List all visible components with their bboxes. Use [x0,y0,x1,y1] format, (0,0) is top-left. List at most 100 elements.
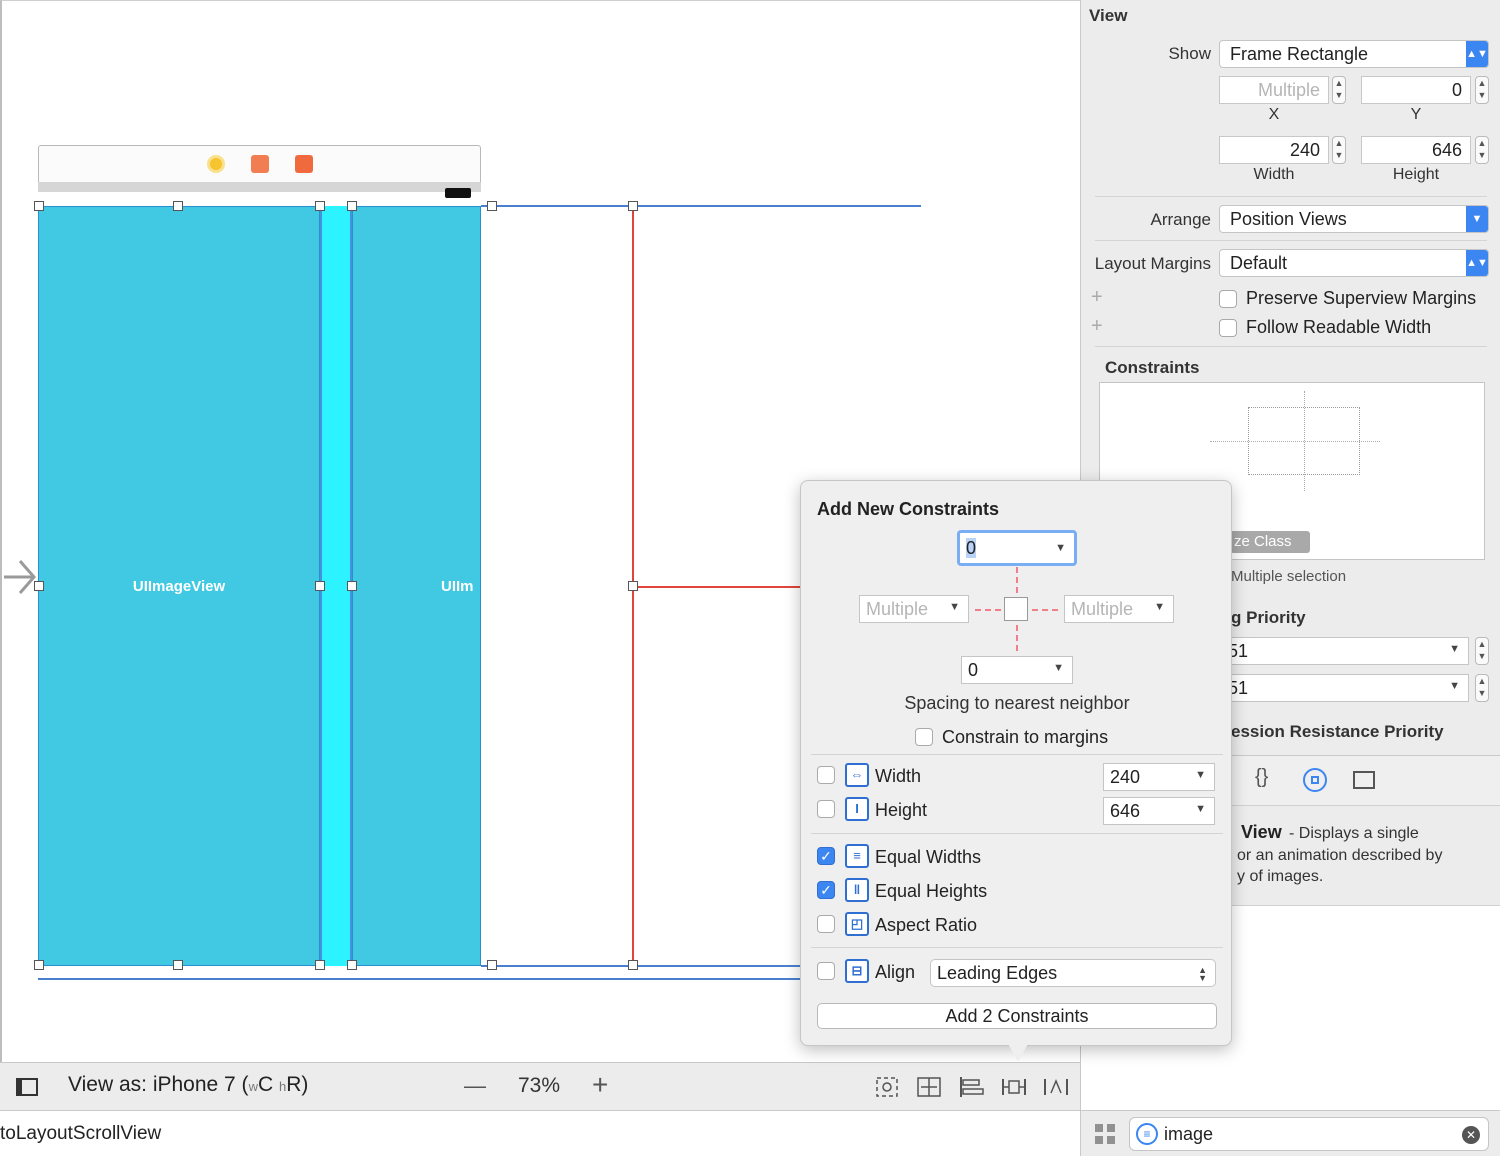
y-stepper[interactable]: ▲ ▼ [1475,76,1489,104]
width-field[interactable]: 240 [1219,136,1329,164]
resize-handle[interactable] [34,201,44,211]
resize-handle[interactable] [34,581,44,591]
popup-arrows-icon: ▲▼ [1198,965,1207,983]
align-checkbox[interactable] [817,962,835,980]
hugging-priority-title: g Priority [1231,608,1306,627]
align-popup[interactable]: Leading Edges ▲ ▼ [930,959,1216,987]
chevron-down-icon: ▼ [1449,680,1460,692]
first-responder-icon[interactable] [251,155,269,173]
y-field[interactable]: 0 [1361,76,1471,104]
align-icon[interactable] [958,1075,984,1099]
preserve-margins-checkbox[interactable] [1219,290,1237,308]
resize-handle[interactable] [315,581,325,591]
preserve-margins-label: Preserve Superview Margins [1246,288,1477,308]
hugging-h-stepper[interactable]: ▲ ▼ [1475,637,1489,665]
height-field[interactable]: 646 [1361,136,1471,164]
code-snippet-library-icon[interactable]: {} [1255,766,1268,789]
image-view-left[interactable]: UIImageView [38,206,320,966]
clear-filter-icon[interactable]: ✕ [1462,1126,1480,1144]
right-spacing-combo[interactable]: Multiple ▼ [1064,595,1174,623]
view-as-label: View as: iPhone 7 ( [68,1073,249,1096]
object-library-icon[interactable] [1303,768,1327,792]
toggle-outline-icon[interactable] [16,1078,38,1096]
show-popup[interactable]: Frame Rectangle ▲▼ [1219,40,1489,68]
resize-handle[interactable] [487,960,497,970]
update-frames-icon[interactable] [874,1075,900,1099]
width-stepper[interactable]: ▲ ▼ [1332,136,1346,164]
width-value-combo[interactable]: 240 ▼ [1103,763,1215,791]
height-label: Height [1392,166,1440,183]
resize-handle[interactable] [315,960,325,970]
zoom-out-button[interactable]: — [464,1073,486,1099]
top-spacing-combo[interactable]: 0 ▼ [957,530,1077,566]
resolve-issues-icon[interactable] [1042,1075,1070,1099]
resize-handle[interactable] [173,960,183,970]
right-spacing-value: Multiple [1071,599,1134,619]
right-constraint-toggle[interactable] [1032,609,1058,611]
zoom-in-button[interactable]: + [592,1069,608,1101]
left-constraint-toggle[interactable] [975,609,1001,611]
height-value: 646 [1110,801,1141,821]
align-icon: ⊟ [845,959,869,983]
x-field[interactable]: Multiple [1219,76,1329,104]
x-stepper[interactable]: ▲ ▼ [1332,76,1346,104]
selected-class-name[interactable]: toLayoutScrollView [0,1123,161,1145]
aspect-ratio-checkbox[interactable] [817,915,835,933]
embed-in-stack-icon[interactable] [916,1075,942,1099]
arrange-popup[interactable]: Position Views ▼ [1219,205,1489,233]
layout-margins-popup[interactable]: Default ▲▼ [1219,249,1489,277]
resize-handle[interactable] [347,581,357,591]
zoom-level: 73% [518,1074,561,1097]
add-constraints-button[interactable]: Add 2 Constraints [817,1003,1217,1029]
top-guide-line [481,205,921,207]
view-as-device-button[interactable]: View as: iPhone 7 (wC hR) [68,1073,308,1097]
equal-heights-checkbox[interactable]: ✓ [817,881,835,899]
resize-handle[interactable] [487,201,497,211]
image-view-right[interactable]: UIIm [352,206,481,966]
resize-handle[interactable] [347,201,357,211]
resize-handle[interactable] [315,201,325,211]
width-checkbox[interactable] [817,766,835,784]
resize-handle[interactable] [628,201,638,211]
separator [1095,240,1487,241]
top-constraint-toggle[interactable] [1016,567,1018,593]
hugging-v-stepper[interactable]: ▲ ▼ [1475,674,1489,702]
constraint-center-box [1004,597,1028,621]
chevron-down-icon: ▼ [1195,769,1206,781]
exit-icon[interactable] [295,155,313,173]
show-popup-value: Frame Rectangle [1230,44,1369,64]
left-spacing-combo[interactable]: Multiple ▼ [859,595,969,623]
image-view-label-truncated: UIIm [441,577,474,595]
hugging-horizontal-combo[interactable]: 51 ▼ [1221,637,1469,665]
height-value-combo[interactable]: 646 ▼ [1103,797,1215,825]
resize-handle[interactable] [628,960,638,970]
library-filter-input[interactable]: ≡ image ✕ [1129,1117,1489,1151]
scene-dock [38,145,481,183]
height-checkbox[interactable] [817,800,835,818]
x-field-value: Multiple [1257,80,1320,100]
resize-handle[interactable] [628,581,638,591]
image-view-label: UIImageView [132,577,226,595]
arrange-popup-value: Position Views [1230,209,1347,229]
add-variation-button[interactable]: + [1091,286,1103,309]
hugging-vertical-combo[interactable]: 51 ▼ [1221,674,1469,702]
library-desc-line-3: y of images. [1237,868,1324,885]
grid-view-icon[interactable] [1095,1124,1115,1144]
add-variation-button[interactable]: + [1091,315,1103,338]
media-library-icon[interactable] [1353,771,1375,789]
resize-handle[interactable] [173,201,183,211]
view-controller-icon[interactable] [207,155,225,173]
equal-widths-checkbox[interactable]: ✓ [817,847,835,865]
add-constraints-icon[interactable] [1000,1075,1028,1099]
width-value: 240 [1110,767,1141,787]
follow-readable-checkbox[interactable] [1219,319,1237,337]
bottom-constraint-toggle[interactable] [1016,625,1018,651]
resize-handle[interactable] [34,960,44,970]
height-stepper[interactable]: ▲ ▼ [1475,136,1489,164]
size-class-tag[interactable]: ze Class [1230,531,1310,553]
constrain-margins-checkbox[interactable] [915,728,933,746]
popover-title: Add New Constraints [817,499,1000,519]
bottom-spacing-combo[interactable]: 0 ▼ [961,656,1073,684]
resize-handle[interactable] [347,960,357,970]
show-label: Show [1168,44,1211,63]
